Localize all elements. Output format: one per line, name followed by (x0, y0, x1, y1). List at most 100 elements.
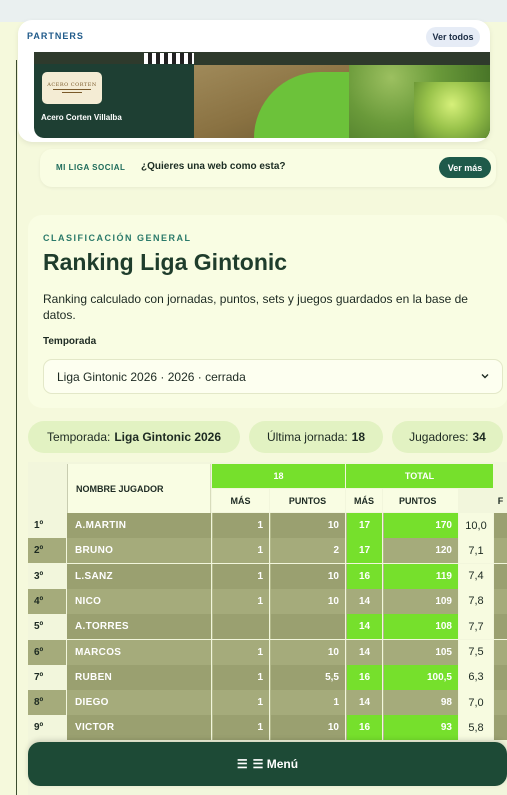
ver-todos-button[interactable]: Ver todos (426, 27, 480, 47)
average-cell: 7,1 (459, 538, 493, 564)
menu-button[interactable]: ☰ ☰ Menú (28, 742, 507, 786)
position-cell: 4º (28, 588, 66, 614)
total-mas-cell: 16 (346, 563, 382, 589)
position-cell: 8º (28, 690, 66, 716)
total-mas-cell: 14 (346, 614, 382, 640)
average-cell: 7,8 (459, 588, 493, 614)
total-puntos-cell: 98 (383, 690, 458, 716)
position-cell: 3º (34, 570, 44, 582)
extra-cell (494, 588, 507, 614)
total-mas-cell: 14 (346, 588, 382, 614)
sub-header-puntos: PUNTOS (270, 489, 345, 512)
ver-mas-button[interactable]: Ver más (439, 157, 491, 178)
left-edge-divider (16, 60, 17, 795)
jornada-puntos-cell: 10 (270, 715, 345, 741)
table-row: 2º BRUNO 1 2 17 120 7,1 (28, 538, 507, 564)
position-cell: 5º (34, 621, 44, 633)
sub-header-mas-total: MÁS (346, 489, 382, 512)
total-puntos-cell: 100,5 (383, 664, 458, 690)
table-row: 5º A.TORRES 14 108 7,7 (28, 614, 507, 640)
extra-cell (494, 664, 507, 690)
season-select-value: Liga Gintonic 2026 · 2026 · cerrada (57, 369, 246, 384)
player-name: VICTOR (67, 715, 211, 741)
table-row: 1º A.MARTIN 1 10 17 170 10,0 (28, 513, 507, 538)
extra-cell (494, 639, 507, 665)
stat-chip-jornada: Última jornada: 18 (249, 421, 383, 453)
jornada-puntos-cell: 2 (270, 538, 345, 564)
total-mas-cell: 16 (346, 664, 382, 690)
table-row: 8º DIEGO 1 1 14 98 7,0 (28, 690, 507, 716)
total-puntos-cell: 120 (383, 538, 458, 564)
jornada-mas-cell (212, 614, 269, 640)
average-cell: 7,4 (459, 563, 493, 589)
average-cell: 10,0 (459, 513, 493, 538)
page-top-strip (0, 0, 507, 22)
jornada-mas-cell: 1 (212, 563, 269, 589)
partners-card: PARTNERS Ver todos ACERO CORTEN Acero Co… (18, 20, 490, 142)
sub-header-extra: F (494, 489, 507, 512)
player-name: NICO (67, 588, 211, 614)
jornada-mas-cell: 1 (212, 538, 269, 564)
season-label: Temporada (43, 336, 97, 347)
social-question: ¿Quieres una web como esta? (141, 161, 286, 172)
jornada-puntos-cell: 10 (270, 563, 345, 589)
jornada-mas-cell: 1 (212, 715, 269, 741)
player-name: A.MARTIN (67, 513, 211, 538)
jornada-puntos-cell: 10 (270, 588, 345, 614)
position-cell: 6º (28, 639, 66, 665)
season-select[interactable]: Liga Gintonic 2026 · 2026 · cerrada (43, 359, 503, 394)
extra-cell (494, 690, 507, 716)
ranking-description: Ranking calculado con jornadas, puntos, … (43, 292, 468, 322)
menu-label: ☰ Menú (252, 757, 299, 771)
average-cell: 5,8 (459, 715, 493, 741)
extra-cell (494, 513, 507, 538)
total-mas-cell: 16 (346, 715, 382, 741)
total-puntos-cell: 119 (383, 563, 458, 589)
menu-icon: ☰ (236, 757, 248, 771)
page-title: Ranking Liga Gintonic (43, 249, 288, 275)
name-column-header: NOMBRE JUGADOR (67, 464, 211, 514)
jornada-mas-cell: 1 (212, 588, 269, 614)
table-row: 7º RUBEN 1 5,5 16 100,5 6,3 (28, 664, 507, 690)
extra-cell (494, 715, 507, 741)
brand-logo: ACERO CORTEN (42, 72, 102, 104)
position-cell: 7º (34, 671, 44, 683)
jornada-mas-cell: 1 (212, 664, 269, 690)
table-row: 4º NICO 1 10 14 109 7,8 (28, 588, 507, 614)
ranking-kicker: CLASIFICACIÓN GENERAL (43, 233, 192, 243)
player-name: DIEGO (67, 690, 211, 716)
jornada-puntos-cell (270, 614, 345, 640)
extra-cell (494, 614, 507, 640)
position-cell: 9º (34, 722, 44, 734)
social-promo: MI LIGA SOCIAL ¿Quieres una web como est… (40, 149, 496, 187)
player-name: RUBEN (67, 664, 211, 690)
total-mas-cell: 17 (346, 538, 382, 564)
partner-brand-panel: ACERO CORTEN Acero Corten Villalba (34, 64, 194, 138)
flags-decoration (144, 53, 194, 64)
sub-header-mas: MÁS (212, 489, 269, 512)
table-row: 3º L.SANZ 1 10 16 119 7,4 (28, 563, 507, 589)
group-header-total: TOTAL (346, 464, 493, 488)
social-tag: MI LIGA SOCIAL (56, 163, 126, 172)
partner-banner[interactable]: ACERO CORTEN Acero Corten Villalba (34, 52, 490, 138)
total-mas-cell: 14 (346, 690, 382, 716)
chevron-down-icon (481, 374, 489, 379)
total-mas-cell: 14 (346, 639, 382, 665)
partners-title: PARTNERS (27, 31, 84, 41)
brand-name: Acero Corten Villalba (41, 113, 122, 122)
average-cell: 6,3 (459, 664, 493, 690)
table-row: 9º VICTOR 1 10 16 93 5,8 (28, 715, 507, 741)
jornada-mas-cell: 1 (212, 690, 269, 716)
player-name: MARCOS (67, 639, 211, 665)
average-cell: 7,5 (459, 639, 493, 665)
position-cell: 2º (28, 538, 66, 564)
jornada-puntos-cell: 1 (270, 690, 345, 716)
stat-chip-jugadores: Jugadores: 34 (392, 421, 503, 453)
player-name: A.TORRES (67, 614, 211, 640)
player-name: BRUNO (67, 538, 211, 564)
jornada-puntos-cell: 5,5 (270, 664, 345, 690)
total-puntos-cell: 170 (383, 513, 458, 538)
player-name: L.SANZ (67, 563, 211, 589)
total-puntos-cell: 105 (383, 639, 458, 665)
extra-cell (494, 563, 507, 589)
